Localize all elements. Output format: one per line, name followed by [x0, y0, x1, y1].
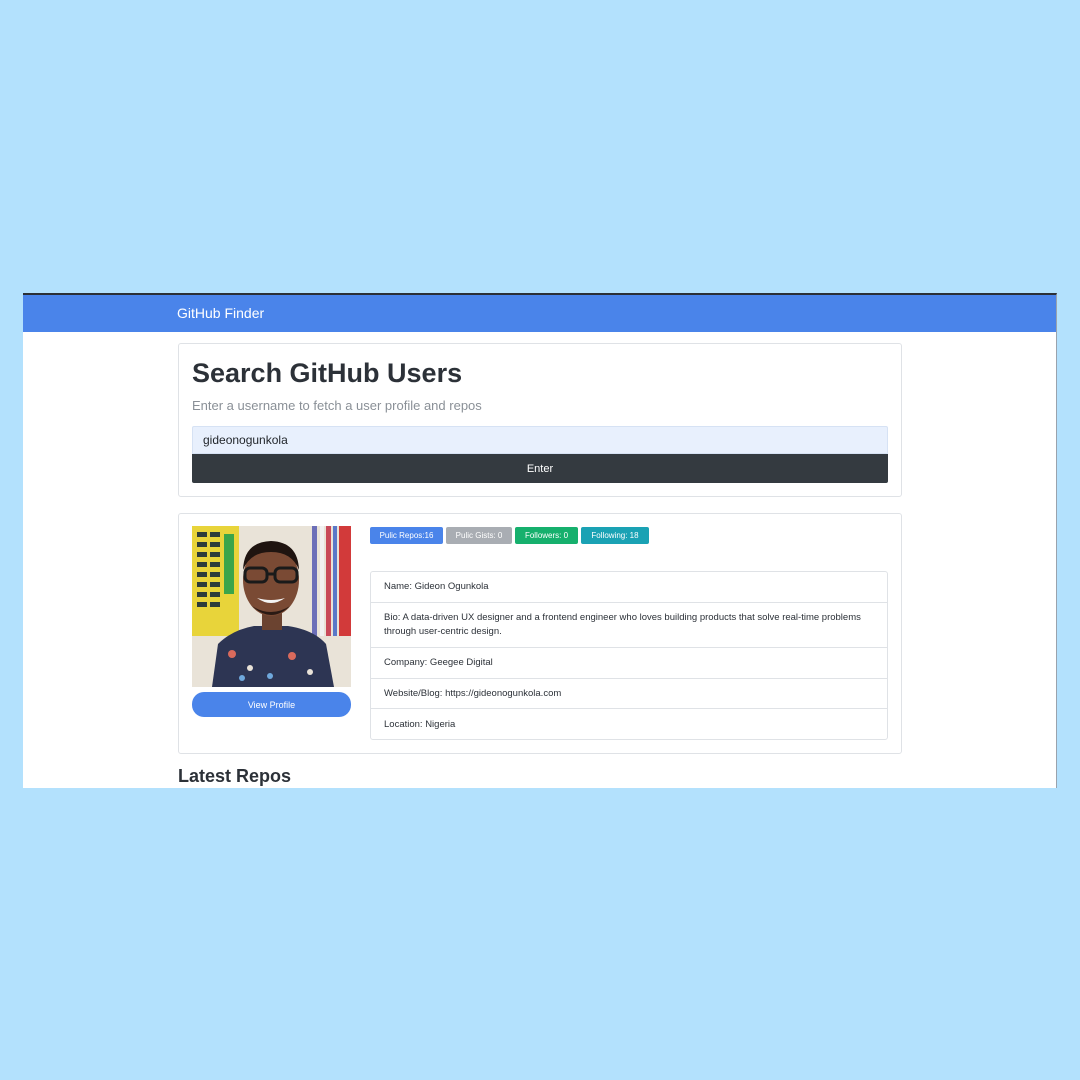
profile-info-list: Name: Gideon Ogunkola Bio: A data-driven… [370, 571, 888, 740]
following-badge: Following: 18 [581, 527, 649, 544]
list-item-bio: Bio: A data-driven UX designer and a fro… [371, 603, 887, 648]
public-gists-badge: Pulic Gists: 0 [446, 527, 512, 544]
list-item-company: Company: Geegee Digital [371, 648, 887, 679]
search-card: Search GitHub Users Enter a username to … [178, 343, 902, 497]
search-title: Search GitHub Users [192, 358, 463, 388]
search-input[interactable] [192, 426, 888, 454]
navbar: GitHub Finder [23, 295, 1056, 332]
public-repos-badge: Pulic Repos:16 [370, 527, 443, 544]
list-item-location: Location: Nigeria [384, 719, 456, 730]
latest-repos-heading: Latest Repos [178, 766, 292, 786]
followers-badge: Followers: 0 [515, 527, 578, 544]
profile-card: View Profile Pulic Repos:16 Pulic Gists:… [178, 513, 902, 754]
list-item-name: Name: Gideon Ogunkola [371, 572, 887, 603]
view-profile-button[interactable]: View Profile [192, 692, 351, 717]
list-item-website: Website/Blog: https://gideonogunkola.com [371, 679, 887, 709]
browser-viewport: GitHub Finder Search GitHub Users Enter … [23, 293, 1057, 788]
avatar [192, 526, 351, 687]
search-subtitle: Enter a username to fetch a user profile… [192, 398, 482, 413]
navbar-brand[interactable]: GitHub Finder [177, 305, 264, 321]
enter-button[interactable]: Enter [192, 454, 888, 483]
avatar-photo [192, 526, 351, 687]
